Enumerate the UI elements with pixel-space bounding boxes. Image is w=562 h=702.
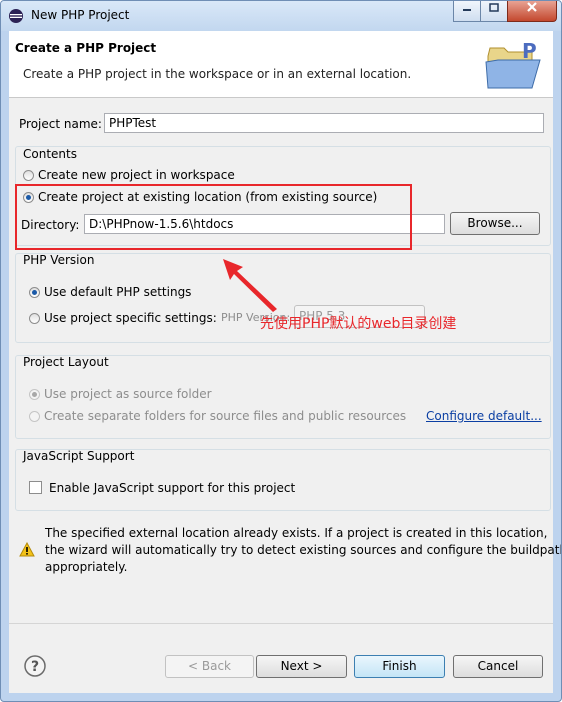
next-button[interactable]: Next >	[256, 655, 347, 678]
dialog-body: Create a PHP Project Create a PHP projec…	[9, 31, 561, 693]
enable-javascript-label: Enable JavaScript support for this proje…	[49, 481, 296, 495]
svg-text:?: ?	[31, 659, 39, 675]
use-source-folder-radio[interactable]	[29, 389, 40, 400]
php-version-title: PHP Version	[23, 253, 95, 267]
project-name-label: Project name:	[19, 117, 102, 131]
annotation-highlight-box	[15, 184, 412, 250]
maximize-button[interactable]	[480, 1, 508, 22]
cancel-button[interactable]: Cancel	[453, 655, 543, 678]
window-title: New PHP Project	[31, 8, 130, 22]
annotation-arrow	[223, 259, 277, 312]
use-default-php-radio[interactable]	[29, 287, 40, 298]
warning-text-line2: the wizard will automatically try to det…	[45, 543, 562, 557]
close-icon	[527, 2, 537, 12]
minimize-icon	[463, 9, 471, 11]
banner-description: Create a PHP project in the workspace or…	[23, 67, 412, 81]
warning-icon	[19, 542, 35, 557]
use-specific-php-label: Use project specific settings:	[44, 311, 217, 325]
wizard-banner: Create a PHP Project Create a PHP projec…	[9, 31, 553, 98]
create-new-label: Create new project in workspace	[38, 168, 235, 182]
close-button[interactable]	[507, 1, 557, 22]
enable-javascript-checkbox[interactable]	[29, 481, 42, 494]
eclipse-icon	[9, 9, 23, 23]
separate-folders-label: Create separate folders for source files…	[44, 409, 407, 423]
use-source-folder-label: Use project as source folder	[44, 387, 212, 401]
banner-title: Create a PHP Project	[15, 41, 157, 55]
php-folder-icon: P	[485, 39, 541, 89]
warning-text-line3: appropriately.	[45, 560, 128, 574]
maximize-icon	[489, 3, 499, 12]
contents-title: Contents	[23, 147, 77, 161]
configure-default-link[interactable]: Configure default...	[426, 409, 542, 423]
finish-button[interactable]: Finish	[354, 655, 445, 678]
annotation-text: 先使用PHP默认的web目录创建	[260, 316, 457, 332]
help-icon[interactable]: ?	[24, 655, 46, 677]
project-name-input[interactable]: PHPTest	[104, 113, 544, 133]
create-new-radio[interactable]	[23, 170, 34, 181]
svg-text:P: P	[522, 39, 537, 63]
back-button[interactable]: < Back	[165, 655, 254, 678]
use-default-php-label: Use default PHP settings	[44, 285, 192, 299]
new-php-project-dialog: New PHP Project Create a PHP Project Cre…	[0, 0, 562, 702]
javascript-support-title: JavaScript Support	[23, 449, 135, 463]
button-bar-separator	[9, 623, 553, 624]
minimize-button[interactable]	[453, 1, 481, 22]
browse-button[interactable]: Browse...	[450, 212, 540, 235]
project-layout-title: Project Layout	[23, 355, 109, 369]
separate-folders-radio[interactable]	[29, 411, 40, 422]
use-specific-php-radio[interactable]	[29, 313, 40, 324]
title-bar[interactable]: New PHP Project	[1, 1, 561, 31]
warning-text-line1: The specified external location already …	[45, 526, 548, 540]
